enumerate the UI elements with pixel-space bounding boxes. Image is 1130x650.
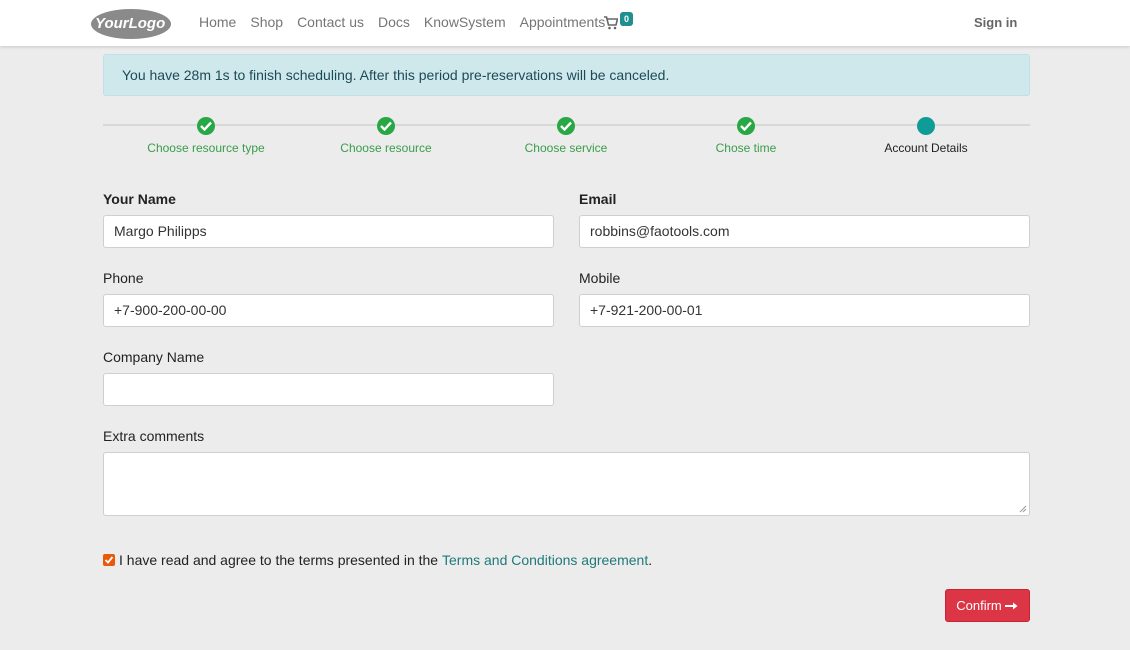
terms-row: I have read and agree to the terms prese… (103, 552, 652, 568)
email-label: Email (579, 191, 617, 207)
nav-home[interactable]: Home (199, 14, 236, 30)
step-service[interactable]: Choose service (476, 114, 656, 155)
step-resource[interactable]: Choose resource (296, 114, 476, 155)
name-input[interactable]: Margo Philipps (103, 215, 554, 248)
step-label: Choose resource type (147, 141, 265, 155)
comments-textarea[interactable] (103, 452, 1030, 516)
step-label: Chose time (715, 141, 777, 155)
company-input[interactable] (103, 373, 554, 406)
current-step-dot-icon (917, 117, 935, 135)
check-circle-icon (377, 117, 395, 135)
terms-checkbox[interactable] (103, 554, 115, 566)
step-resource-type[interactable]: Choose resource type (116, 114, 296, 155)
step-account-details: Account Details (836, 114, 1016, 155)
company-label: Company Name (103, 349, 205, 365)
alert-message: You have 28m 1s to finish scheduling. Af… (122, 67, 670, 83)
nav-knowsystem[interactable]: KnowSystem (424, 14, 506, 30)
step-label: Choose service (524, 141, 608, 155)
terms-suffix: . (648, 552, 653, 568)
name-label: Your Name (103, 191, 176, 207)
nav-docs[interactable]: Docs (378, 14, 410, 30)
nav-links: Home Shop Contact us Docs KnowSystem App… (199, 14, 619, 30)
step-label: Account Details (884, 141, 968, 155)
timer-alert: You have 28m 1s to finish scheduling. Af… (103, 54, 1030, 96)
step-label: Choose resource (340, 141, 432, 155)
cart-button[interactable]: 0 (604, 12, 636, 32)
check-circle-icon (737, 117, 755, 135)
phone-label: Phone (103, 270, 144, 286)
cart-icon (604, 16, 618, 30)
confirm-button[interactable]: Confirm (945, 589, 1030, 622)
nav-shop[interactable]: Shop (250, 14, 283, 30)
check-circle-icon (197, 117, 215, 135)
logo[interactable]: YourLogo (90, 6, 172, 40)
nav-appointments[interactable]: Appointments (520, 14, 606, 30)
check-circle-icon (557, 117, 575, 135)
mobile-label: Mobile (579, 270, 621, 286)
checkmark-icon (104, 556, 114, 564)
comments-label: Extra comments (103, 428, 205, 444)
phone-input[interactable]: +7-900-200-00-00 (103, 294, 554, 327)
arrow-right-icon (1004, 602, 1018, 609)
confirm-label: Confirm (956, 598, 1002, 613)
cart-count-badge: 0 (620, 12, 633, 26)
email-input[interactable]: robbins@faotools.com (579, 215, 1030, 248)
mobile-input[interactable]: +7-921-200-00-01 (579, 294, 1030, 327)
progress-stepper: Choose resource type Choose resource Cho… (103, 114, 1030, 162)
resize-grip-icon[interactable] (1019, 505, 1027, 513)
nav-contact[interactable]: Contact us (297, 14, 364, 30)
terms-text: I have read and agree to the terms prese… (119, 552, 439, 568)
step-time[interactable]: Chose time (656, 114, 836, 155)
logo-text: YourLogo (95, 15, 165, 32)
terms-link[interactable]: Terms and Conditions agreement (442, 552, 648, 568)
top-navbar: YourLogo Home Shop Contact us Docs KnowS… (0, 0, 1130, 46)
sign-in-link[interactable]: Sign in (974, 15, 1017, 30)
